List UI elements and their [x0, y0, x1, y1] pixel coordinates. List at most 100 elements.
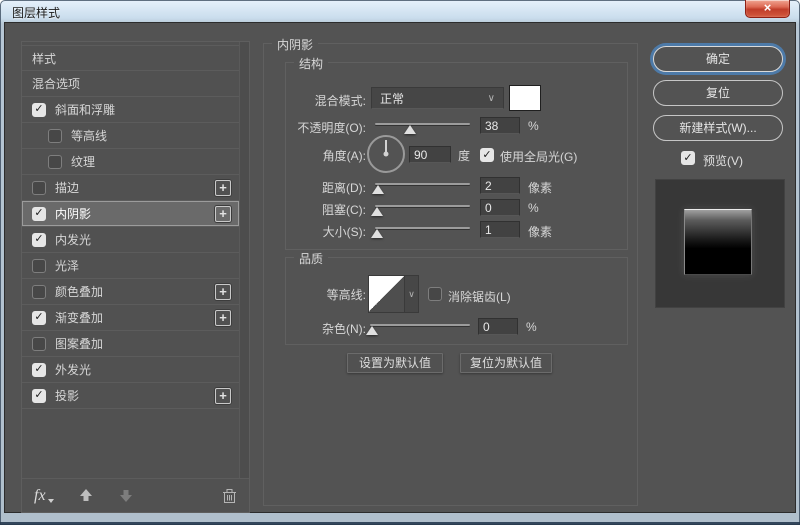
effect-checkbox[interactable]	[32, 259, 46, 273]
sidebar-item[interactable]: ✓斜面和浮雕	[22, 97, 239, 123]
sidebar-item-label: 渐变叠加	[55, 309, 103, 326]
sidebar-item-label: 光泽	[55, 257, 79, 274]
choke-unit: %	[528, 201, 539, 215]
choke-slider[interactable]	[375, 201, 470, 217]
move-effect-down-button[interactable]	[118, 488, 134, 503]
slider-track	[375, 227, 470, 229]
sidebar-item-label: 样式	[32, 50, 56, 67]
angle-label: 角度(A):	[286, 147, 366, 164]
styles-list: 样式混合选项 ✓斜面和浮雕等高线纹理描边+ ✓ 内阴影 + ✓ 内发光光泽颜色叠加+ ✓ 渐变叠…	[22, 45, 239, 409]
sidebar-item[interactable]: ✓ 投影 +	[22, 383, 239, 409]
effect-checkbox[interactable]	[32, 337, 46, 351]
sidebar-item[interactable]: 颜色叠加+	[22, 279, 239, 305]
titlebar[interactable]: 图层样式 ×	[0, 0, 800, 22]
size-input[interactable]	[480, 221, 520, 238]
effect-checkbox[interactable]	[32, 181, 46, 195]
sidebar-scrollbar[interactable]	[239, 42, 249, 478]
quality-group-title: 品质	[294, 250, 328, 267]
sidebar-item[interactable]: 纹理	[22, 149, 239, 175]
noise-unit: %	[526, 320, 537, 334]
sidebar-toolbar: fx	[22, 478, 249, 512]
style-preview	[655, 179, 785, 308]
effect-checkbox[interactable]	[48, 129, 62, 143]
reset-default-button[interactable]: 复位为默认值	[460, 353, 552, 373]
sidebar-item-label: 纹理	[71, 153, 95, 170]
effect-checkbox[interactable]: ✓	[32, 207, 46, 221]
reset-button[interactable]: 复位	[653, 80, 783, 106]
shadow-color-swatch[interactable]	[509, 85, 541, 111]
slider-thumb[interactable]	[404, 125, 416, 134]
contour-picker[interactable]: ∨	[368, 275, 419, 313]
size-slider[interactable]	[375, 223, 470, 239]
slider-thumb[interactable]	[371, 207, 383, 216]
styles-sidebar: 样式混合选项 ✓斜面和浮雕等高线纹理描边+ ✓ 内阴影 + ✓ 内发光光泽颜色叠加+ ✓ 渐变叠…	[21, 41, 250, 513]
opacity-slider[interactable]	[375, 119, 470, 135]
add-effect-button[interactable]: +	[215, 388, 231, 404]
distance-slider[interactable]	[375, 179, 470, 195]
move-effect-up-button[interactable]	[78, 488, 94, 503]
add-effect-button[interactable]: +	[215, 310, 231, 326]
slider-track	[375, 205, 470, 207]
new-style-button[interactable]: 新建样式(W)...	[653, 115, 783, 141]
add-effect-button[interactable]: +	[215, 284, 231, 300]
sidebar-item-label: 内阴影	[55, 205, 91, 222]
slider-thumb[interactable]	[366, 326, 378, 335]
sidebar-item[interactable]: ✓ 内阴影 +	[22, 201, 239, 227]
delete-effect-button[interactable]	[222, 488, 237, 504]
use-global-light-checkbox[interactable]: ✓	[480, 148, 494, 162]
choke-input[interactable]	[480, 199, 520, 216]
noise-input[interactable]	[478, 318, 518, 335]
sidebar-item-label: 投影	[55, 387, 79, 404]
chevron-down-icon[interactable]: ∨	[405, 276, 418, 312]
angle-dial[interactable]	[367, 135, 405, 173]
effect-checkbox[interactable]	[32, 285, 46, 299]
sidebar-item[interactable]: ✓ 渐变叠加 +	[22, 305, 239, 331]
use-global-light-label: 使用全局光(G)	[500, 148, 577, 165]
effect-checkbox[interactable]: ✓	[32, 233, 46, 247]
effect-checkbox[interactable]: ✓	[32, 103, 46, 117]
fx-icon: fx	[34, 488, 46, 504]
sidebar-item-label: 混合选项	[32, 75, 80, 92]
distance-label: 距离(D):	[286, 179, 366, 196]
caret-down-icon	[48, 499, 54, 503]
fx-menu-button[interactable]: fx	[34, 488, 54, 504]
set-default-button[interactable]: 设置为默认值	[347, 353, 443, 373]
effect-checkbox[interactable]: ✓	[32, 363, 46, 377]
sidebar-item[interactable]: 等高线	[22, 123, 239, 149]
angle-input[interactable]	[409, 146, 451, 163]
preview-swatch	[684, 209, 752, 275]
slider-track	[370, 324, 470, 326]
distance-input[interactable]	[480, 177, 520, 194]
slider-thumb[interactable]	[371, 229, 383, 238]
anti-alias-checkbox[interactable]	[428, 287, 442, 301]
noise-slider[interactable]	[370, 320, 470, 336]
opacity-unit: %	[528, 119, 539, 133]
sidebar-item[interactable]: 混合选项	[22, 71, 239, 97]
ok-button[interactable]: 确定	[653, 46, 783, 72]
size-unit: 像素	[528, 223, 552, 240]
blend-mode-select[interactable]: 正常 ∨	[371, 87, 504, 109]
effect-checkbox[interactable]: ✓	[32, 389, 46, 403]
add-effect-button[interactable]: +	[215, 180, 231, 196]
opacity-input[interactable]	[480, 117, 520, 134]
effect-checkbox[interactable]	[48, 155, 62, 169]
sidebar-item[interactable]: 图案叠加	[22, 331, 239, 357]
window-title: 图层样式	[12, 4, 60, 21]
sidebar-item[interactable]: 光泽	[22, 253, 239, 279]
slider-track	[375, 183, 470, 185]
close-button[interactable]: ×	[745, 0, 790, 18]
preview-checkbox[interactable]: ✓	[681, 151, 695, 165]
sidebar-item[interactable]: ✓外发光	[22, 357, 239, 383]
add-effect-button[interactable]: +	[215, 206, 231, 222]
dialog-content: 样式混合选项 ✓斜面和浮雕等高线纹理描边+ ✓ 内阴影 + ✓ 内发光光泽颜色叠加+ ✓ 渐变叠…	[4, 22, 796, 513]
layer-style-dialog: 图层样式 × 样式混合选项 ✓斜面和浮雕等高线纹理描边+ ✓ 内阴影 + ✓ 内发光光泽颜色…	[0, 0, 800, 525]
contour-label: 等高线:	[286, 286, 366, 303]
effect-checkbox[interactable]: ✓	[32, 311, 46, 325]
preview-label: 预览(V)	[703, 152, 743, 169]
sidebar-item[interactable]: 描边+	[22, 175, 239, 201]
sidebar-item[interactable]: 样式	[22, 45, 239, 71]
sidebar-item[interactable]: ✓ 内发光	[22, 227, 239, 253]
angle-unit: 度	[458, 147, 470, 164]
slider-thumb[interactable]	[372, 185, 384, 194]
sidebar-item-label: 内发光	[55, 231, 91, 248]
